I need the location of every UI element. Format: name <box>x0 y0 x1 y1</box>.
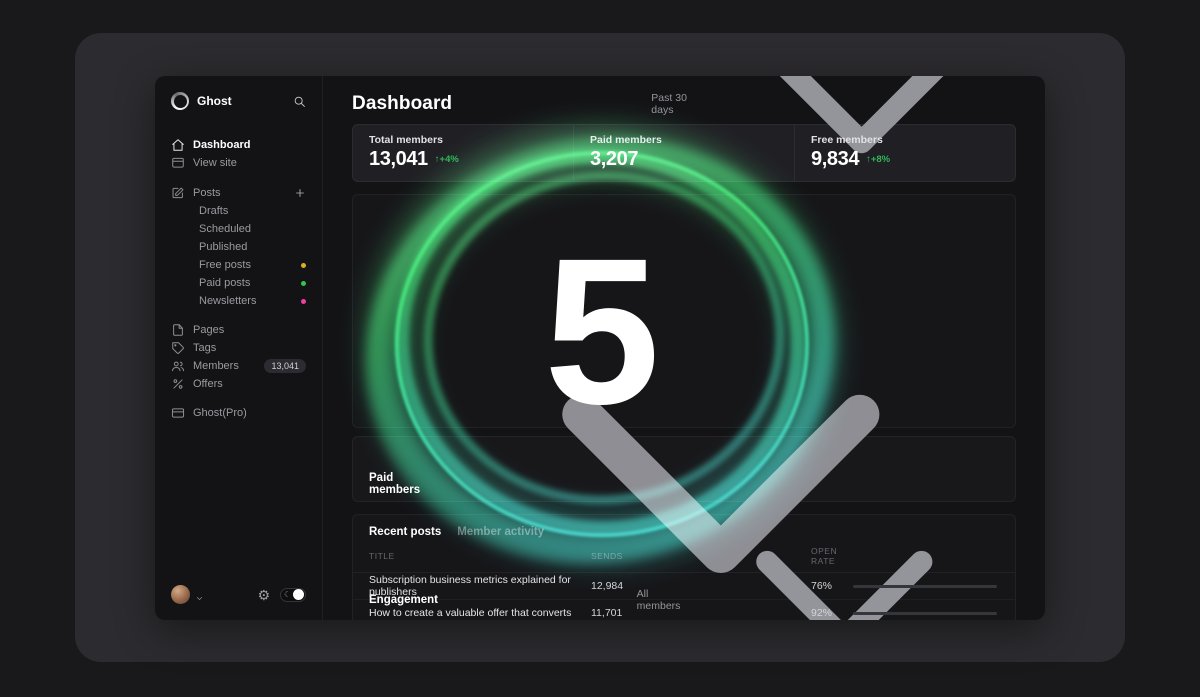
sidebar-item-ghost-pro[interactable]: Ghost(Pro) <box>171 404 306 422</box>
post-open-rate: 92% <box>811 607 853 619</box>
ghost-logo-icon <box>171 92 189 110</box>
sidebar-subitem-label: Published <box>199 241 247 253</box>
open-rate-bar <box>853 612 997 615</box>
sidebar: Ghost Dashboard View site Posts Drafts S <box>155 76 323 620</box>
sidebar-item-free-posts[interactable]: Free posts <box>171 256 306 274</box>
sidebar-footer: ⚙ ☾ <box>171 585 306 604</box>
post-title: Subscription business metrics explained … <box>369 574 591 598</box>
dark-mode-toggle[interactable]: ☾ <box>280 588 306 602</box>
sidebar-item-label: Ghost(Pro) <box>193 407 247 419</box>
sidebar-subitem-label: Drafts <box>199 205 228 217</box>
stat-paid-members: Paid members 3,207 <box>573 125 794 181</box>
post-title: How to create a valuable offer that conv… <box>369 607 591 619</box>
main-content: Dashboard Past 30 days Total members 13,… <box>323 76 1045 620</box>
browser-icon <box>171 156 185 170</box>
sidebar-item-drafts[interactable]: Drafts <box>171 202 306 220</box>
paid-posts-dot <box>301 281 306 286</box>
paid-members-card: Paid members <box>352 194 1016 428</box>
sidebar-item-dashboard[interactable]: Dashboard <box>171 136 306 154</box>
newsletters-dot <box>301 299 306 304</box>
stats-card: Total members 13,041↑+4% Paid members 3,… <box>352 124 1016 182</box>
add-post-plus-icon[interactable] <box>294 187 306 199</box>
chevron-down-icon[interactable] <box>195 590 204 599</box>
sidebar-item-pages[interactable]: Pages <box>171 321 306 339</box>
sidebar-item-label: Posts <box>193 187 221 199</box>
brand-name: Ghost <box>197 94 232 108</box>
sidebar-item-posts[interactable]: Posts <box>171 184 306 202</box>
members-icon <box>171 359 185 373</box>
sidebar-item-label: View site <box>193 157 237 169</box>
post-sends: 12,984 <box>591 580 811 592</box>
edit-icon <box>171 186 185 200</box>
stat-free-members: Free members 9,834↑+8% <box>794 125 1015 181</box>
members-count-badge: 13,041 <box>264 359 306 373</box>
page-title: Dashboard <box>352 93 452 115</box>
moon-icon: ☾ <box>284 590 291 599</box>
sidebar-item-members[interactable]: Members 13,041 <box>171 357 306 375</box>
all-members-dropdown[interactable]: All members <box>637 446 999 620</box>
home-icon <box>171 138 185 152</box>
toggle-knob <box>293 589 304 600</box>
sidebar-item-view-site[interactable]: View site <box>171 154 306 172</box>
tab-member-activity[interactable]: Member activity <box>457 526 544 538</box>
sidebar-subitem-label: Newsletters <box>199 295 256 307</box>
free-posts-dot <box>301 263 306 268</box>
chevron-down-icon <box>690 446 999 620</box>
sidebar-subitem-label: Scheduled <box>199 223 251 235</box>
card-icon <box>171 406 185 420</box>
sidebar-item-scheduled[interactable]: Scheduled <box>171 220 306 238</box>
settings-gear-icon[interactable]: ⚙ <box>257 588 270 602</box>
post-open-rate: 76% <box>811 580 853 592</box>
sidebar-item-newsletters[interactable]: Newsletters <box>171 292 306 310</box>
sidebar-item-label: Dashboard <box>193 139 250 151</box>
page-icon <box>171 323 185 337</box>
post-sends: 11,701 <box>591 607 811 619</box>
sidebar-item-label: Members <box>193 360 239 372</box>
percent-icon <box>171 377 185 391</box>
sidebar-item-label: Tags <box>193 342 216 354</box>
sidebar-item-label: Pages <box>193 324 224 336</box>
sidebar-subitem-label: Paid posts <box>199 277 250 289</box>
sidebar-item-paid-posts[interactable]: Paid posts <box>171 274 306 292</box>
sidebar-item-offers[interactable]: Offers <box>171 375 306 393</box>
sidebar-subitem-label: Free posts <box>199 259 251 271</box>
sidebar-item-published[interactable]: Published <box>171 238 306 256</box>
sidebar-item-label: Offers <box>193 378 223 390</box>
open-rate-bar <box>853 585 997 588</box>
avatar[interactable] <box>171 585 190 604</box>
sidebar-item-tags[interactable]: Tags <box>171 339 306 357</box>
stat-total-members: Total members 13,041↑+4% <box>353 125 573 181</box>
brand-row: Ghost <box>171 90 306 112</box>
desktop-background: Ghost Dashboard View site Posts Drafts S <box>0 0 1200 697</box>
tag-icon <box>171 341 185 355</box>
ghost-admin-window: Ghost Dashboard View site Posts Drafts S <box>155 76 1045 620</box>
tab-recent-posts[interactable]: Recent posts <box>369 526 441 538</box>
search-icon[interactable] <box>293 95 306 108</box>
